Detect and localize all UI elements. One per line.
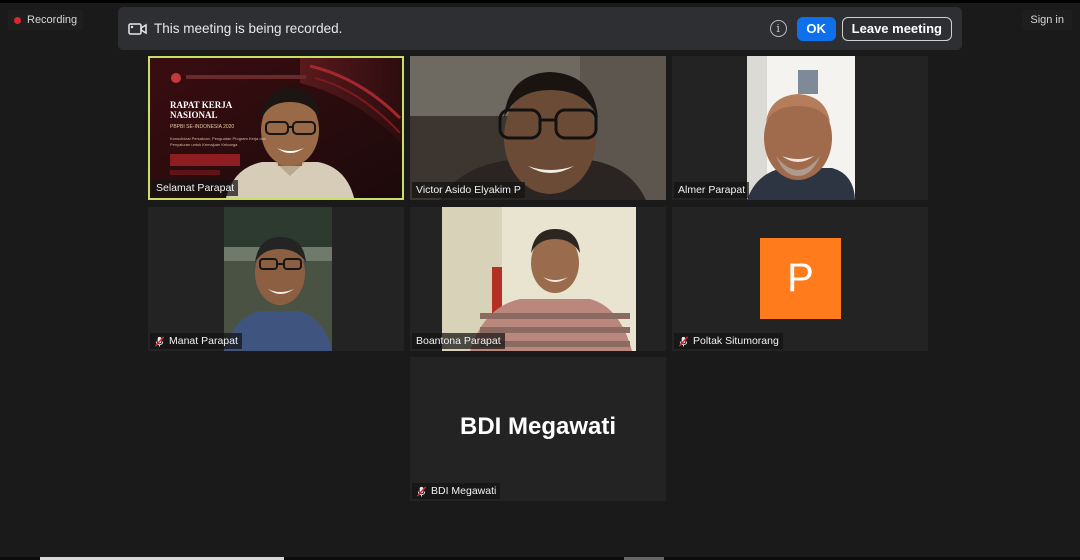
participant-name-label: Boantona Parapat bbox=[412, 333, 505, 349]
window-top-edge bbox=[0, 0, 1080, 3]
recording-notice-banner: This meeting is being recorded. i OK Lea… bbox=[118, 7, 962, 50]
recording-indicator[interactable]: Recording bbox=[8, 10, 84, 30]
participant-name: Boantona Parapat bbox=[416, 335, 501, 347]
participant-tile-manat-parapat[interactable]: Manat Parapat bbox=[148, 207, 404, 351]
recording-notice-text: This meeting is being recorded. bbox=[154, 21, 343, 36]
participant-name: Victor Asido Elyakim P bbox=[416, 184, 521, 196]
participant-video bbox=[148, 207, 404, 351]
muted-microphone-icon bbox=[678, 335, 689, 347]
slide-subtitle: PBPBI SE-INDONESIA 2020 bbox=[170, 124, 235, 130]
participant-name-label: Almer Parapat bbox=[674, 182, 750, 198]
leave-meeting-button[interactable]: Leave meeting bbox=[841, 16, 952, 41]
participant-name: BDI Megawati bbox=[431, 485, 497, 497]
slide-body: Konsolidasi Persatuan, Penguatan Program… bbox=[170, 136, 267, 147]
participant-tile-bdi-megawati[interactable]: BDI Megawati BDI Megawati bbox=[410, 357, 666, 501]
participant-name-label: Poltak Situmorang bbox=[674, 333, 783, 349]
sign-in-label: Sign in bbox=[1030, 14, 1064, 26]
recording-label: Recording bbox=[27, 14, 78, 26]
participant-name-label: Selamat Parapat bbox=[152, 180, 239, 196]
avatar: P bbox=[760, 238, 841, 319]
participant-name: Almer Parapat bbox=[678, 184, 746, 196]
muted-microphone-icon bbox=[154, 335, 165, 347]
participant-name-label: Manat Parapat bbox=[150, 333, 242, 349]
participant-video bbox=[410, 207, 666, 351]
info-icon[interactable]: i bbox=[769, 20, 787, 37]
sign-in-button[interactable]: Sign in bbox=[1022, 10, 1072, 30]
participant-video bbox=[672, 56, 928, 200]
recording-dot-icon bbox=[14, 16, 21, 24]
slide-title: RAPAT KERJA NASIONAL bbox=[170, 100, 232, 120]
participant-tile-selamat-parapat[interactable]: RAPAT KERJA NASIONAL PBPBI SE-INDONESIA … bbox=[148, 56, 404, 200]
video-camera-icon bbox=[128, 22, 147, 35]
participant-name: Selamat Parapat bbox=[156, 182, 235, 194]
participant-name: Manat Parapat bbox=[169, 335, 238, 347]
participant-tile-poltak-situmorang[interactable]: P Poltak Situmorang bbox=[672, 207, 928, 351]
participant-tile-boantona-parapat[interactable]: Boantona Parapat bbox=[410, 207, 666, 351]
muted-microphone-icon bbox=[416, 485, 427, 497]
participant-name-label: Victor Asido Elyakim P bbox=[412, 182, 525, 198]
avatar-letter: P bbox=[787, 256, 814, 300]
participant-tile-victor[interactable]: Victor Asido Elyakim P bbox=[410, 56, 666, 200]
participant-name: Poltak Situmorang bbox=[693, 335, 779, 347]
slide-text: RAPAT KERJA NASIONAL PBPBI SE-INDONESIA … bbox=[170, 100, 280, 148]
participant-display-name: BDI Megawati bbox=[459, 413, 617, 440]
ok-button[interactable]: OK bbox=[796, 16, 836, 41]
participant-name-label: BDI Megawati bbox=[412, 483, 501, 499]
participant-video bbox=[410, 56, 666, 200]
participant-tile-almer-parapat[interactable]: Almer Parapat bbox=[672, 56, 928, 200]
